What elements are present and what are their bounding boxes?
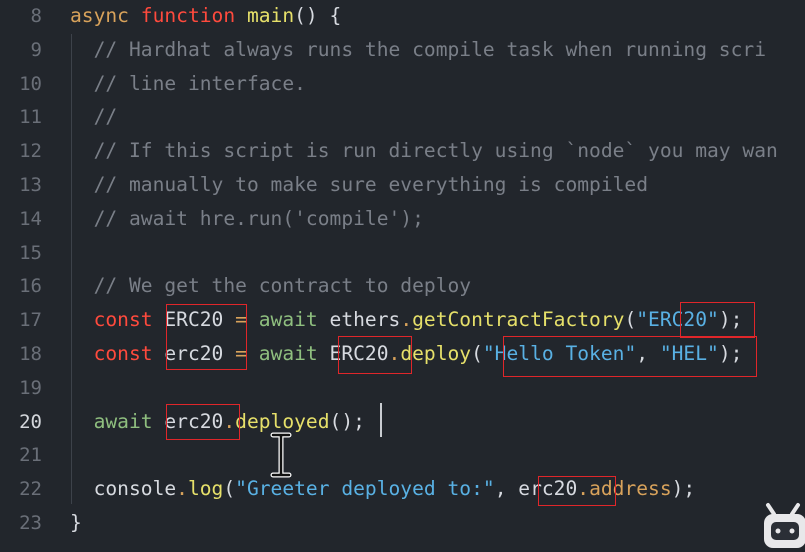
code-line[interactable]: 8 async function main() { <box>0 0 805 33</box>
code-line[interactable]: 16 // We get the contract to deploy <box>0 269 805 303</box>
line-number: 14 <box>19 207 42 230</box>
line-number: 11 <box>19 106 42 129</box>
code-token: "Greeter deployed to:" <box>235 477 495 501</box>
line-number: 15 <box>19 241 42 264</box>
code-token: log <box>187 477 224 501</box>
code-token: // If this script is run directly using … <box>70 139 778 163</box>
code-text: // line interface. <box>70 67 306 101</box>
code-token: console <box>70 477 177 501</box>
code-editor[interactable]: 8 async function main() {9 // Hardhat alw… <box>0 0 805 548</box>
code-token: const <box>93 308 153 332</box>
code-text: // We get the contract to deploy <box>70 269 472 303</box>
code-line[interactable]: 14 // await hre.run('compile'); <box>0 202 805 236</box>
line-number: 21 <box>19 444 42 467</box>
code-line[interactable]: 13 // manually to make sure everything i… <box>0 168 805 202</box>
line-number: 20 <box>19 410 42 433</box>
code-token: ); <box>671 477 696 501</box>
code-line[interactable]: 20 await erc20.deployed(); <box>0 405 805 439</box>
code-token: . <box>176 477 188 501</box>
code-token: main <box>246 4 295 27</box>
code-token: deployed <box>235 409 330 433</box>
line-number: 19 <box>19 376 42 399</box>
code-token: ( <box>471 342 483 365</box>
code-token: ( <box>624 308 637 332</box>
code-line[interactable]: 11 // <box>0 100 805 134</box>
line-number: 10 <box>19 72 42 95</box>
code-token: // Hardhat always runs the compile task … <box>70 37 766 61</box>
code-token: function <box>140 4 236 27</box>
line-number: 22 <box>19 478 42 501</box>
code-token: await <box>258 308 318 332</box>
highlight-box-erc20-deployed <box>166 404 240 440</box>
highlight-box-deploy-args <box>503 336 757 377</box>
line-number: 23 <box>19 512 42 534</box>
line-number: 12 <box>19 140 42 163</box>
code-token: } <box>70 511 82 534</box>
code-line[interactable]: 23} <box>0 506 805 540</box>
code-token: // <box>70 105 118 129</box>
ibeam-cursor-icon <box>270 432 292 478</box>
code-token: const <box>93 342 153 365</box>
code-token: ethers <box>317 308 401 332</box>
code-text: // manually to make sure everything is c… <box>70 168 648 202</box>
code-token: () { <box>294 4 342 27</box>
highlight-box-erc20-string <box>680 302 755 338</box>
text-cursor <box>380 403 382 437</box>
code-line[interactable]: 10 // line interface. <box>0 67 805 101</box>
code-text: // await hre.run('compile'); <box>70 202 424 236</box>
line-number: 8 <box>30 5 42 27</box>
code-token: ( <box>223 477 236 501</box>
code-text: } <box>70 506 82 540</box>
highlight-box-erc20-const <box>166 304 247 370</box>
code-token: await <box>258 342 318 365</box>
watermark-logo-icon <box>764 503 805 548</box>
code-line[interactable]: 12 // If this script is run directly usi… <box>0 134 805 168</box>
code-line[interactable]: 21 <box>0 438 805 472</box>
code-token: await <box>93 409 153 433</box>
code-token: // await hre.run('compile'); <box>70 206 424 230</box>
code-text: async function main() { <box>70 0 341 33</box>
line-number: 13 <box>19 174 42 196</box>
code-line[interactable]: 22 console.log("Greeter deployed to:", e… <box>0 472 805 506</box>
line-number: 16 <box>19 275 42 298</box>
code-text: // If this script is run directly using … <box>70 134 778 168</box>
line-number: 9 <box>30 38 42 61</box>
highlight-box-erc20-address <box>538 476 616 506</box>
code-token: async <box>70 4 129 27</box>
code-text: // Hardhat always runs the compile task … <box>70 33 766 67</box>
line-number: 17 <box>19 309 42 332</box>
code-token: // We get the contract to deploy <box>70 274 472 298</box>
line-number: 18 <box>19 343 42 365</box>
code-line[interactable]: 15 <box>0 236 805 270</box>
code-token: getContractFactory <box>412 308 625 332</box>
highlight-box-erc20-deploy <box>338 336 412 374</box>
code-token: . <box>400 308 413 332</box>
code-text: // <box>70 100 118 134</box>
code-token: // line interface. <box>70 71 306 95</box>
code-token: (); <box>329 409 365 433</box>
code-token: // manually to make sure everything is c… <box>70 173 649 196</box>
code-line[interactable]: 9 // Hardhat always runs the compile tas… <box>0 33 805 67</box>
